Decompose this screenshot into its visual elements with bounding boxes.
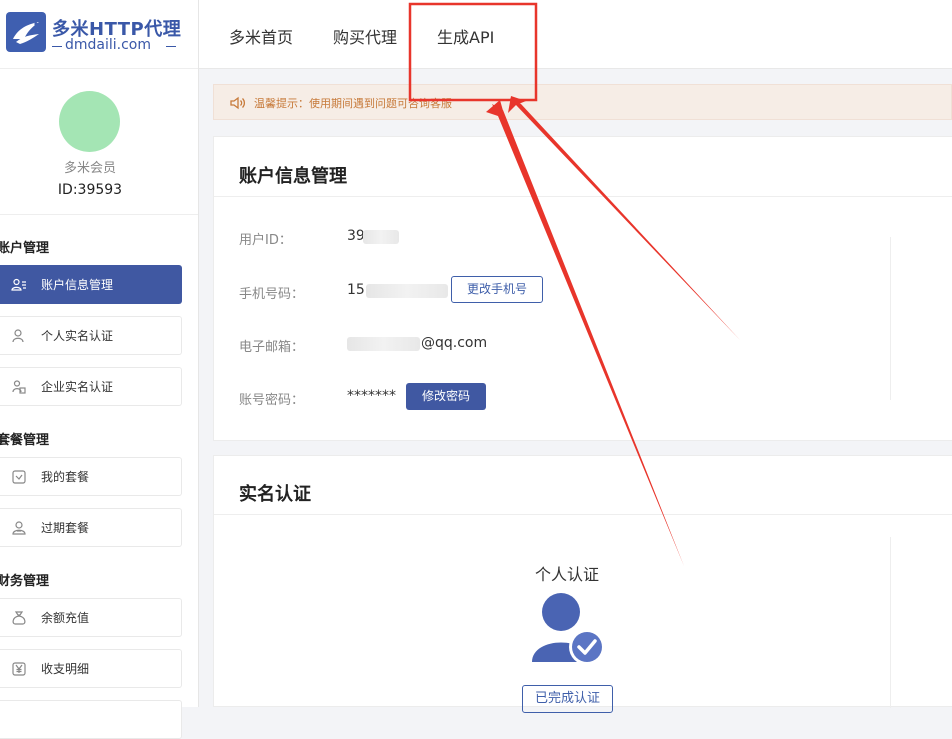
sidebar-item-expired-package[interactable]: 过期套餐 [0,508,182,547]
sidebar-item-enterprise-verify[interactable]: 企业实名认证 [0,367,182,406]
sidebar-item-label: 企业实名认证 [41,380,114,394]
password-value: ******* [347,388,396,404]
account-card-title: 账户信息管理 [239,166,347,187]
brand-logo[interactable]: 多米HTTP代理 dmdaili.com [6,12,186,56]
nav-buy-proxy[interactable]: 购买代理 [333,24,397,48]
divider [890,537,891,708]
yen-icon [11,661,27,677]
enterprise-icon [11,379,27,395]
sidebar-item-label: 个人实名认证 [41,329,114,343]
group-title-finance: 财务管理 [0,574,50,589]
top-nav: 多米首页 购买代理 生成API [199,0,952,69]
sidebar-item-label: 过期套餐 [41,521,90,535]
sidebar-item-transactions[interactable]: 收支明细 [0,649,182,688]
sidebar: 多米HTTP代理 dmdaili.com 多米会员 ID:39593 账户管理 … [0,0,199,739]
logo-bird-icon [6,12,46,52]
avatar[interactable] [59,91,120,152]
sidebar-item-recharge[interactable]: 余额充值 [0,598,182,637]
password-label: 账号密码： [239,393,305,408]
notice-banner: 温馨提示：使用期间遇到问题可咨询客服 [213,84,952,120]
speaker-icon [230,95,246,110]
divider [890,237,891,400]
sidebar-item-label: 收支明细 [41,662,90,676]
phone-value: 15 [347,282,365,298]
user-id: ID:39593 [57,182,123,198]
realname-card: 实名认证 个人认证 已完成认证 [213,455,952,713]
redaction-mask [363,230,399,244]
group-title-package: 套餐管理 [0,433,50,448]
nav-home[interactable]: 多米首页 [229,24,293,48]
divider [0,68,198,69]
divider [0,214,198,215]
member-label: 多米会员 [63,161,116,176]
sidebar-item-label: 账户信息管理 [41,278,114,292]
verified-user-icon [531,592,607,666]
notice-text: 温馨提示：使用期间遇到问题可咨询客服 [254,97,452,110]
personal-verify-title: 个人认证 [535,565,600,584]
divider [214,196,952,197]
redaction-mask [366,284,448,298]
expired-icon [11,520,27,536]
money-bag-icon [11,610,27,626]
sidebar-item-label: 我的套餐 [41,470,90,484]
email-label: 电子邮箱： [239,340,305,355]
sidebar-item-my-package[interactable]: 我的套餐 [0,457,182,496]
group-title-account: 账户管理 [0,241,50,256]
user-id-label: 用户ID： [239,233,292,248]
verified-status-button[interactable]: 已完成认证 [522,685,613,713]
realname-card-title: 实名认证 [239,484,311,505]
redaction-mask [347,337,420,351]
user-card-icon [11,277,27,293]
nav-generate-api[interactable]: 生成API [437,24,494,48]
sidebar-item-more[interactable] [0,700,182,739]
sidebar-item-personal-verify[interactable]: 个人实名认证 [0,316,182,355]
change-phone-button[interactable]: 更改手机号 [451,276,543,303]
sidebar-item-label: 余额充值 [41,611,90,625]
phone-label: 手机号码： [239,287,305,302]
person-icon [11,328,27,344]
divider [214,514,952,515]
email-value: @qq.com [421,335,488,351]
sidebar-item-account-info[interactable]: 账户信息管理 [0,265,182,304]
package-icon [11,469,27,485]
change-password-button[interactable]: 修改密码 [406,383,486,410]
account-info-card: 账户信息管理 用户ID： 39 手机号码： 15 更改手机号 电子邮箱： @qq… [213,136,952,441]
